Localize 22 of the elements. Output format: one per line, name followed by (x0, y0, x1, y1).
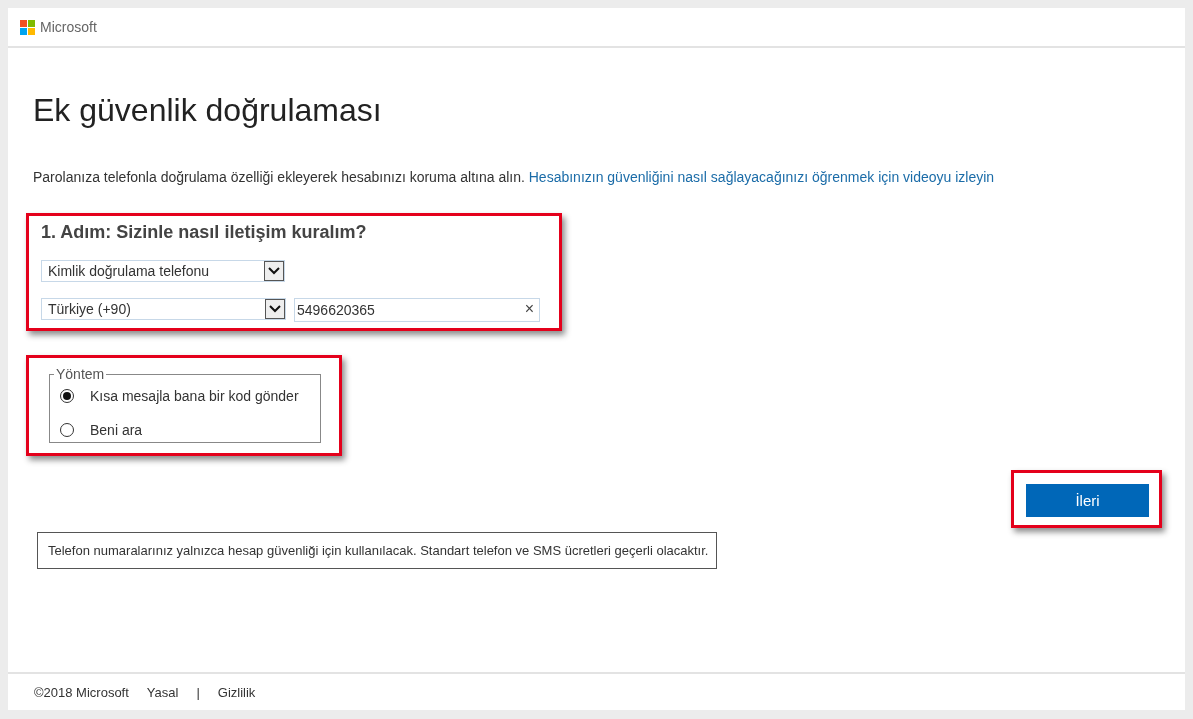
next-button[interactable]: İleri (1026, 484, 1149, 517)
radio-option[interactable]: Kısa mesajla bana bir kod gönder (60, 388, 314, 404)
clear-button[interactable]: × (524, 301, 534, 317)
info-note: Telefon numaralarınız yalnızca hesap güvenliği için kullanılacak. Standart telefon ve SMS ücretleri geçerli olacaktır. (37, 532, 718, 569)
dropdown-button[interactable] (264, 261, 284, 281)
footer-link[interactable]: Gizlilik (217, 684, 256, 700)
intro-text: Parolanıza telefonla doğrulama özelliği ekleyerek hesabınızı koruma altına alın. Hesabınızın güvenliğini nasıl sağlayacağınızı öğrenmek için videoyu izleyin (33, 169, 995, 185)
separator-text: | (196, 684, 200, 700)
footer-link[interactable]: Yasal (146, 684, 179, 700)
method-legend: Yöntem (54, 366, 107, 382)
country-select[interactable]: Türkiye (+90) (41, 298, 286, 320)
chevron-down-icon (269, 305, 281, 313)
logo-text: Microsoft (40, 19, 97, 35)
page-title: Ek güvenlik doğrulaması (33, 92, 382, 129)
video-link[interactable]: Hesabınızın güvenliğini nasıl sağlayacağınızı öğrenmek için videoyu izleyin (528, 169, 995, 185)
chevron-down-icon (268, 267, 280, 275)
radio-option[interactable]: Beni ara (60, 422, 314, 438)
logo-icon (20, 19, 35, 35)
step-heading: 1. Adım: Sizinle nasıl iletişim kuralım? (41, 222, 367, 243)
copyright-text: ©2018 Microsoft (34, 684, 129, 700)
contact-select[interactable]: Kimlik doğrulama telefonu (41, 260, 285, 282)
dropdown-button[interactable] (265, 299, 285, 319)
